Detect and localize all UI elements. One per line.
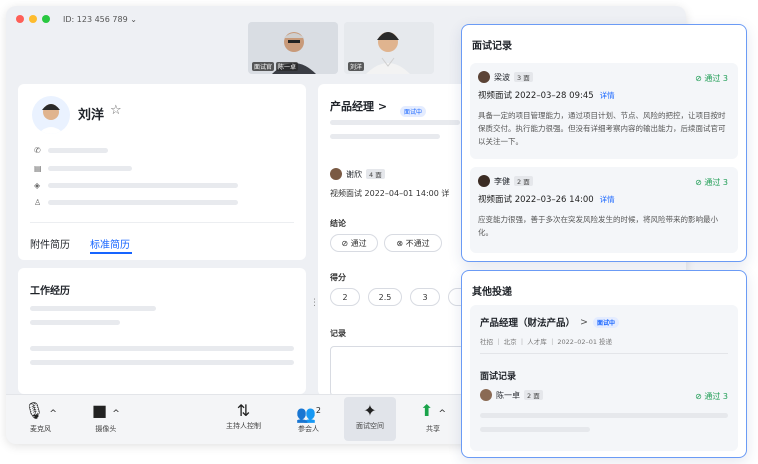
divider	[480, 353, 728, 354]
candidate-name: 刘洋	[78, 108, 105, 123]
participants-count: 2	[315, 406, 322, 415]
mic-button[interactable]: 🎙 ^ 麦克风	[24, 401, 57, 434]
tab-standard-resume[interactable]: 标准简历	[90, 236, 130, 251]
record-result: ⊘ 通过 3	[695, 74, 728, 83]
camera-label: 摄像头	[95, 425, 117, 433]
interview-space-icon: ✦	[363, 401, 377, 420]
video-tile-candidate[interactable]: 刘洋	[344, 22, 434, 74]
record-interviewer: 梁波 3 面	[478, 71, 533, 83]
participants-icon: 👥	[296, 404, 316, 424]
record-interviewer-name: 梁波	[494, 72, 510, 82]
minimize-window-dot[interactable]	[29, 15, 37, 23]
camera-button[interactable]: ■ ^ 摄像头	[92, 401, 120, 434]
other-record-interviewer: 陈一卓 2 面	[480, 389, 543, 401]
score-option[interactable]: 2.5	[368, 288, 402, 306]
interview-space-button[interactable]: ✦ 面试空间	[344, 397, 396, 441]
notes-label: 记录	[330, 329, 346, 338]
records-panel-title: 面试记录	[472, 41, 512, 52]
current-interviewer: 谢欣 4 面	[330, 168, 385, 180]
fail-option[interactable]: ⊗ 不通过	[384, 234, 442, 252]
active-tab-underline	[90, 252, 132, 254]
maximize-window-dot[interactable]	[42, 15, 50, 23]
chevron-up-icon[interactable]: ^	[49, 409, 57, 419]
favorite-star-icon[interactable]: ☆	[110, 103, 122, 118]
share-icon: ⬆	[420, 401, 434, 420]
person-icon: ♙	[34, 198, 42, 207]
work-experience-card: 工作经历	[18, 268, 306, 394]
record-round: 2 面	[514, 176, 533, 186]
other-application-card[interactable]: 产品经理（财法产品） > 面试中 社招 ｜ 北京 ｜ 人才库 ｜ 2022–02…	[470, 305, 738, 451]
record-round: 3 面	[514, 72, 533, 82]
interview-job-title[interactable]: 产品经理 >	[330, 98, 387, 114]
video-name-label: 陈一卓	[276, 62, 299, 71]
share-button[interactable]: ⬆ ^ 共享	[420, 401, 446, 434]
record-description: 具备一定的项目管理能力，通过项目计划、节点、风险的把控，让项目按时保质交付。执行…	[478, 111, 726, 146]
chevron-right-icon[interactable]: >	[580, 317, 588, 328]
video-role-label: 面试官	[252, 62, 275, 71]
microphone-icon: 🎙	[24, 401, 45, 420]
host-control-icon: ⇅	[236, 401, 251, 420]
record-result: ⊘ 通过 3	[695, 178, 728, 187]
participants-label: 参会人	[298, 425, 319, 434]
candidate-card: 刘洋 ☆ ✆ ▤ ◈ ♙ 附件简历 标准简历	[18, 84, 306, 260]
other-panel-title: 其他投递	[472, 287, 512, 298]
interviewer-avatar	[330, 168, 342, 180]
host-control-label: 主持人控制	[226, 422, 261, 430]
other-record-result: ⊘ 通过 3	[695, 392, 728, 401]
close-window-dot[interactable]	[16, 15, 24, 23]
other-record-round: 2 面	[524, 390, 543, 400]
record-time-line: 视频面试 2022–03–28 09:45 详情	[478, 89, 615, 101]
pass-option[interactable]: ⊘ 通过	[330, 234, 378, 252]
mic-label: 麦克风	[29, 425, 51, 433]
score-option[interactable]: 2	[330, 288, 360, 306]
record-interviewer-name: 李健	[494, 176, 510, 186]
interview-status-badge: 面试中	[400, 106, 427, 117]
other-records-title: 面试记录	[480, 372, 517, 382]
record-time-line: 视频面试 2022–03–26 14:00 详情	[478, 193, 615, 205]
participants-button[interactable]: 👥2 参会人	[296, 401, 321, 434]
interviewer-avatar	[478, 71, 490, 83]
video-name-label: 刘洋	[348, 62, 365, 71]
other-interviewer-name: 陈一卓	[496, 390, 520, 400]
other-job-status-badge: 面试中	[592, 316, 619, 328]
phone-icon: ✆	[34, 146, 41, 155]
interviewer-name: 谢欣	[346, 169, 362, 179]
score-label: 得分	[330, 273, 346, 282]
share-label: 共享	[426, 425, 441, 433]
work-experience-title: 工作经历	[30, 286, 70, 297]
other-job-title[interactable]: 产品经理（财法产品）	[480, 315, 575, 329]
tab-attachment-resume[interactable]: 附件简历	[30, 236, 70, 251]
record-details-link[interactable]: 详情	[600, 91, 615, 100]
candidate-avatar	[32, 96, 70, 134]
other-job-title-row: 产品经理（财法产品） > 面试中	[480, 315, 619, 329]
other-job-meta: 社招 ｜ 北京 ｜ 人才库 ｜ 2022–02–01 投递	[480, 338, 613, 346]
host-control-button[interactable]: ⇅ 主持人控制	[226, 401, 261, 431]
record-details-link[interactable]: 详情	[600, 195, 615, 204]
other-applications-panel: 其他投递 产品经理（财法产品） > 面试中 社招 ｜ 北京 ｜ 人才库 ｜ 20…	[461, 270, 747, 458]
interview-time: 视频面试 2022–04–01 14:00 详	[330, 189, 450, 198]
chevron-up-icon[interactable]: ^	[112, 409, 120, 419]
conclusion-label: 结论	[330, 219, 346, 228]
interview-records-panel: 面试记录 梁波 3 面 ⊘ 通过 3 视频面试 2022–03–28 09:45…	[461, 24, 747, 262]
interviewer-avatar	[478, 175, 490, 187]
interview-space-label: 面试空间	[356, 422, 384, 430]
interviewer-avatar	[480, 389, 492, 401]
record-time: 视频面试 2022–03–28 09:45	[478, 91, 594, 101]
score-option[interactable]: 3	[410, 288, 440, 306]
record-card[interactable]: 李健 2 面 ⊘ 通过 3 视频面试 2022–03–26 14:00 详情 应变…	[470, 167, 738, 253]
document-icon: ▤	[34, 164, 42, 173]
interview-round: 4 面	[366, 169, 385, 179]
camera-icon: ■	[92, 401, 108, 420]
record-time: 视频面试 2022–03–26 14:00	[478, 195, 594, 205]
education-icon: ◈	[34, 181, 41, 190]
record-interviewer: 李健 2 面	[478, 175, 533, 187]
record-description: 应变能力很强，善于多次在突发风险发生的时候，将风险带来的影响最小化。	[478, 215, 718, 237]
video-tile-interviewer[interactable]: 面试官 陈一卓	[248, 22, 338, 74]
chevron-up-icon[interactable]: ^	[439, 409, 447, 419]
record-card[interactable]: 梁波 3 面 ⊘ 通过 3 视频面试 2022–03–28 09:45 详情 具备…	[470, 63, 738, 159]
meeting-id[interactable]: ID: 123 456 789 ⌄	[63, 15, 137, 24]
